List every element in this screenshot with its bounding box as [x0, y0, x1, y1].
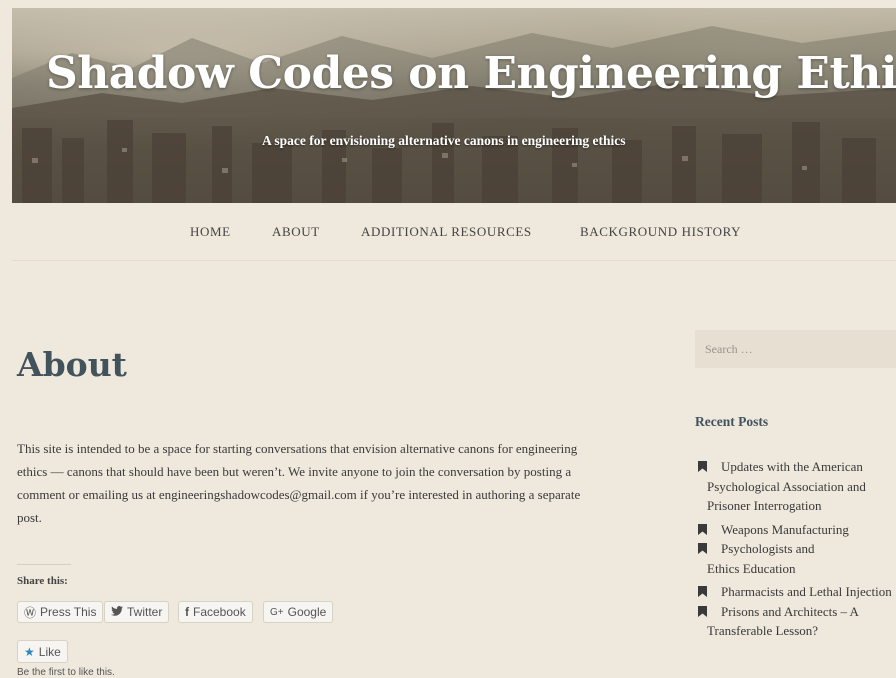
share-divider — [17, 564, 71, 565]
facebook-icon: f — [185, 605, 189, 619]
recent-post-link-pharmacists[interactable]: Pharmacists and Lethal Injection — [721, 584, 892, 599]
press-this-button[interactable]: Ⓦ Press This — [17, 601, 104, 623]
site-header-banner: Shadow Codes on Engineering Ethics A spa… — [12, 8, 896, 203]
recent-post-link-psychologists[interactable]: Psychologists and Ethics Education — [695, 541, 815, 576]
facebook-label: Facebook — [193, 605, 246, 619]
like-button[interactable]: ★ Like — [17, 640, 68, 663]
list-item: Psychologists and Ethics Education — [695, 539, 896, 578]
recent-posts-list: Updates with the American Psychological … — [695, 457, 896, 641]
share-heading: Share this: — [17, 575, 68, 587]
list-item: Prisons and Architects – A Transferable … — [695, 602, 896, 641]
entry-content: This site is intended to be a space for … — [17, 441, 581, 525]
twitter-icon — [111, 605, 123, 619]
google-share-button[interactable]: G+ Google — [263, 601, 334, 623]
nav-item-additional-resources[interactable]: ADDITIONAL RESOURCES — [361, 224, 532, 240]
list-item: Weapons Manufacturing — [695, 520, 896, 540]
wordpress-icon: Ⓦ — [24, 605, 37, 620]
list-item: Pharmacists and Lethal Injection — [695, 582, 896, 602]
recent-post-link-prisons[interactable]: Prisons and Architects – A Transferable … — [695, 604, 859, 639]
like-note: Be the first to like this. — [17, 667, 115, 678]
google-label: Google — [287, 605, 327, 619]
google-plus-icon: G+ — [270, 606, 284, 618]
like-label: Like — [38, 644, 61, 659]
facebook-share-button[interactable]: f Facebook — [178, 601, 253, 623]
recent-post-link-updates-apa[interactable]: Updates with the American Psychological … — [695, 459, 866, 513]
site-title[interactable]: Shadow Codes on Engineering Ethics — [46, 48, 896, 99]
bookmark-icon — [698, 543, 707, 554]
recent-posts-heading: Recent Posts — [695, 414, 769, 429]
bookmark-icon — [698, 605, 707, 617]
city-landscape-image — [12, 26, 896, 203]
search-input[interactable] — [695, 330, 896, 368]
twitter-label: Twitter — [127, 605, 163, 619]
nav-item-home[interactable]: HOME — [190, 224, 231, 240]
twitter-share-button[interactable]: Twitter — [104, 601, 170, 623]
press-this-label: Press This — [40, 605, 97, 619]
bookmark-icon — [698, 461, 707, 472]
site-tagline: A space for envisioning alternative cano… — [262, 133, 626, 148]
list-item: Updates with the American Psychological … — [695, 457, 896, 516]
primary-navigation: HOME ABOUT ADDITIONAL RESOURCES BACKGROU… — [12, 203, 896, 261]
bookmark-icon — [698, 523, 707, 535]
recent-post-link-weapons[interactable]: Weapons Manufacturing — [721, 522, 849, 537]
bookmark-icon — [698, 586, 707, 597]
page-title: About — [17, 345, 127, 384]
nav-item-about[interactable]: ABOUT — [272, 224, 320, 240]
nav-item-background-history[interactable]: BACKGROUND HISTORY — [580, 224, 741, 240]
star-icon: ★ — [24, 644, 35, 659]
